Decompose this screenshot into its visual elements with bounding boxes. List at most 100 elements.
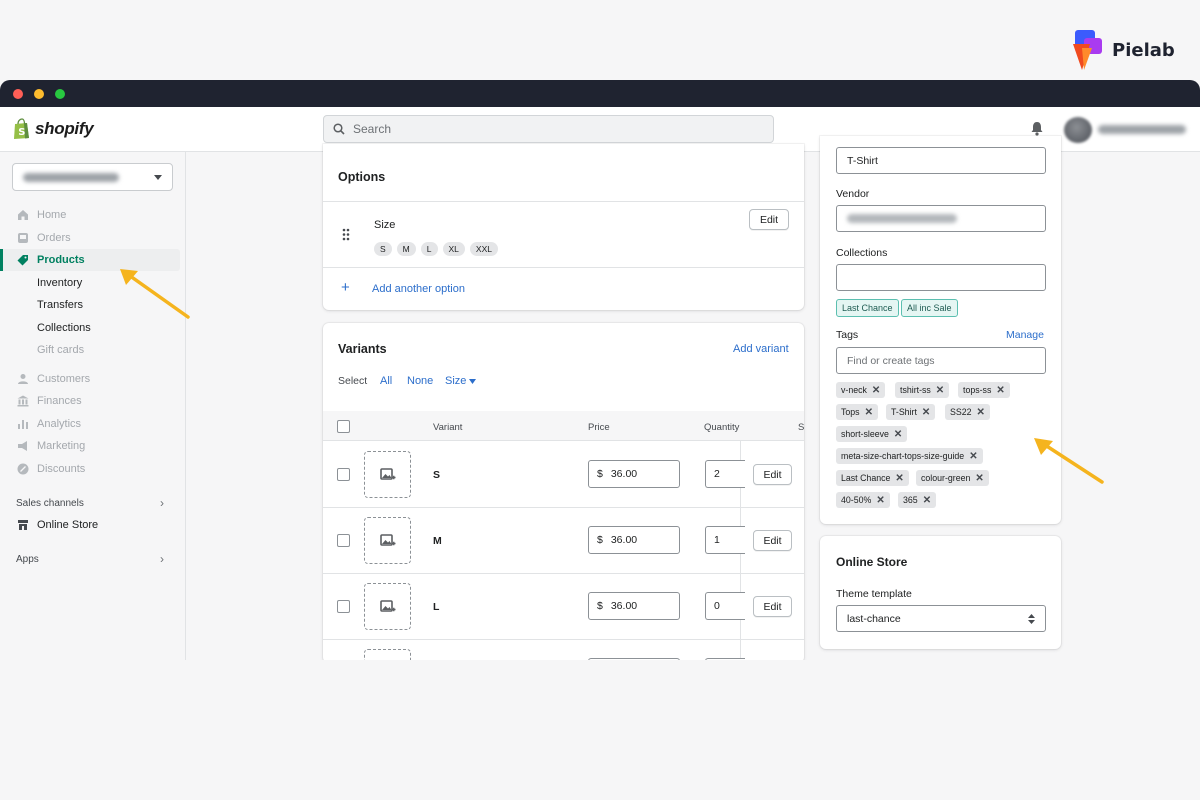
- add-image-placeholder[interactable]: [364, 583, 411, 630]
- row-checkbox[interactable]: [337, 534, 350, 547]
- remove-tag-icon[interactable]: ✕: [872, 385, 880, 396]
- edit-variant-button[interactable]: Edit: [753, 596, 792, 617]
- collections-input[interactable]: [836, 264, 1046, 291]
- sidebar-item-label: Orders: [37, 232, 71, 244]
- tag-chip[interactable]: short-sleeve ✕: [836, 426, 908, 442]
- remove-tag-icon[interactable]: ✕: [996, 385, 1004, 396]
- search-input[interactable]: Search: [323, 115, 774, 143]
- maximize-window-icon[interactable]: [55, 89, 65, 99]
- add-image-icon: [379, 467, 395, 480]
- search-placeholder: Search: [353, 122, 392, 136]
- user-avatar[interactable]: [1064, 117, 1092, 143]
- sidebar-item-orders[interactable]: Orders: [0, 227, 180, 249]
- sidebar-item-home[interactable]: Home: [0, 204, 180, 226]
- column-header-variant: Variant: [433, 422, 463, 433]
- tag-chip[interactable]: 365 ✕: [898, 492, 937, 508]
- price-input[interactable]: [588, 658, 680, 660]
- remove-tag-icon[interactable]: ✕: [977, 407, 985, 418]
- column-header-sku: S: [798, 422, 804, 433]
- price-input[interactable]: $36.00: [588, 526, 680, 554]
- sidebar-item-marketing[interactable]: Marketing: [0, 435, 180, 457]
- theme-template-select[interactable]: last-chance: [836, 605, 1046, 632]
- theme-template-value: last-chance: [847, 612, 901, 625]
- sidebar-item-analytics[interactable]: Analytics: [0, 413, 180, 435]
- plus-icon[interactable]: +: [341, 279, 350, 296]
- chevron-right-icon[interactable]: ›: [160, 552, 164, 566]
- row-checkbox[interactable]: [337, 600, 350, 613]
- manage-tags-link[interactable]: Manage: [1006, 329, 1044, 341]
- remove-tag-icon[interactable]: ✕: [895, 473, 903, 484]
- product-organization-card: T-Shirt Vendor Collections Last Chance A…: [820, 136, 1061, 524]
- select-none-link[interactable]: None: [407, 375, 433, 387]
- chevron-right-icon[interactable]: ›: [160, 496, 164, 510]
- apps-label[interactable]: Apps: [16, 554, 39, 565]
- tag-chip[interactable]: v-neck ✕: [836, 382, 886, 398]
- sidebar-item-discounts[interactable]: Discounts: [0, 458, 180, 480]
- tag-chip[interactable]: 40-50% ✕: [836, 492, 890, 508]
- remove-tag-icon[interactable]: ✕: [922, 407, 930, 418]
- sidebar-item-gift-cards[interactable]: Gift cards: [0, 339, 180, 361]
- collection-tag[interactable]: Last Chance: [836, 299, 899, 317]
- tag-label: Last Chance: [841, 473, 891, 483]
- vendor-input[interactable]: [836, 205, 1046, 232]
- user-name-blurred[interactable]: [1098, 125, 1186, 134]
- sidebar-item-online-store[interactable]: Online Store: [0, 514, 180, 536]
- select-all-link[interactable]: All: [380, 375, 392, 387]
- edit-option-button[interactable]: Edit: [749, 209, 789, 230]
- add-image-placeholder[interactable]: [364, 451, 411, 498]
- tags-input[interactable]: Find or create tags: [836, 347, 1046, 374]
- tag-chip[interactable]: tops-ss ✕: [958, 382, 1010, 398]
- edit-variant-button[interactable]: Edit: [753, 464, 792, 485]
- remove-tag-icon[interactable]: ✕: [969, 451, 977, 462]
- store-selector[interactable]: [12, 163, 173, 191]
- pielab-name: Pielab: [1112, 39, 1175, 61]
- edit-variant-button[interactable]: Edit: [753, 530, 792, 551]
- quantity-input[interactable]: 2: [705, 460, 745, 488]
- tag-chip[interactable]: meta-size-chart-tops-size-guide ✕: [836, 448, 983, 464]
- add-variant-link[interactable]: Add variant: [733, 343, 789, 355]
- remove-tag-icon[interactable]: ✕: [936, 385, 944, 396]
- select-all-checkbox[interactable]: [337, 420, 350, 433]
- price-input[interactable]: $36.00: [588, 592, 680, 620]
- tag-chip[interactable]: Last Chance ✕: [836, 470, 909, 486]
- shopify-logo[interactable]: S shopify: [12, 118, 94, 140]
- megaphone-icon: [17, 440, 29, 452]
- price-input[interactable]: $36.00: [588, 460, 680, 488]
- quantity-input[interactable]: 0: [705, 592, 745, 620]
- collection-tag[interactable]: All inc Sale: [901, 299, 958, 317]
- drag-handle-icon[interactable]: [342, 228, 350, 241]
- row-checkbox[interactable]: [337, 468, 350, 481]
- sidebar-item-customers[interactable]: Customers: [0, 368, 180, 390]
- add-another-option-link[interactable]: Add another option: [372, 283, 465, 295]
- tag-chip[interactable]: tshirt-ss ✕: [895, 382, 950, 398]
- bank-icon: [17, 395, 29, 407]
- add-image-placeholder[interactable]: [364, 649, 411, 660]
- notification-bell-icon[interactable]: [1030, 121, 1044, 136]
- remove-tag-icon[interactable]: ✕: [894, 429, 902, 440]
- caret-down-icon[interactable]: [469, 379, 476, 384]
- remove-tag-icon[interactable]: ✕: [923, 495, 931, 506]
- product-type-input[interactable]: T-Shirt: [836, 147, 1046, 174]
- select-size-dropdown[interactable]: Size: [445, 375, 466, 387]
- tag-chip[interactable]: SS22 ✕: [945, 404, 990, 420]
- tag-chip[interactable]: T-Shirt ✕: [886, 404, 936, 420]
- svg-text:S: S: [18, 127, 25, 138]
- tag-chip[interactable]: colour-green ✕: [916, 470, 989, 486]
- minimize-window-icon[interactable]: [34, 89, 44, 99]
- annotation-arrow-tags: [1034, 438, 1104, 484]
- sidebar-item-finances[interactable]: Finances: [0, 390, 180, 412]
- tag-label: 40-50%: [841, 495, 872, 505]
- tags-input-placeholder: Find or create tags: [847, 354, 935, 367]
- remove-tag-icon[interactable]: ✕: [975, 473, 983, 484]
- variants-title: Variants: [338, 342, 387, 356]
- tag-chip[interactable]: Tops ✕: [836, 404, 878, 420]
- close-window-icon[interactable]: [13, 89, 23, 99]
- remove-tag-icon[interactable]: ✕: [865, 407, 873, 418]
- quantity-input[interactable]: 1: [705, 526, 745, 554]
- store-icon: [17, 519, 29, 531]
- vendor-value-blurred: [847, 214, 957, 223]
- quantity-input[interactable]: [705, 658, 745, 660]
- tag-label: 365: [903, 495, 918, 505]
- remove-tag-icon[interactable]: ✕: [876, 495, 884, 506]
- add-image-placeholder[interactable]: [364, 517, 411, 564]
